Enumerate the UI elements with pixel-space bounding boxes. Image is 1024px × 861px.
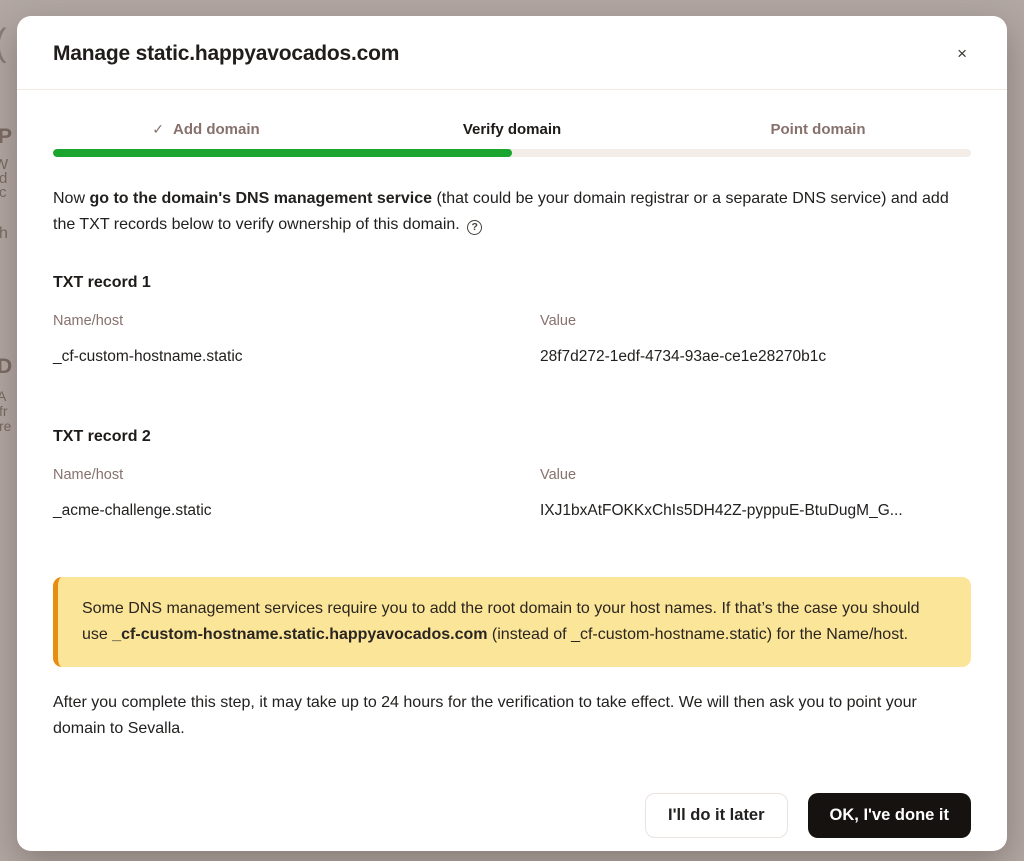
do-it-later-button[interactable]: I'll do it later	[645, 793, 788, 838]
check-icon: ✓	[152, 121, 164, 138]
step-label: Point domain	[771, 121, 866, 138]
value-label: Value	[540, 467, 971, 483]
record-grid: Name/host Value _acme-challenge.static I…	[53, 446, 971, 520]
record-title: TXT record 1	[53, 274, 971, 292]
intro-prefix: Now	[53, 190, 89, 207]
record-value: 28f7d272-1edf-4734-93ae-ce1e28270b1c	[540, 348, 971, 366]
ok-done-button[interactable]: OK, I've done it	[808, 793, 971, 838]
help-icon[interactable]: ?	[467, 220, 482, 235]
progress-bar	[53, 149, 971, 157]
value-label: Value	[540, 313, 971, 329]
name-host-label: Name/host	[53, 313, 540, 329]
close-icon[interactable]: ×	[947, 41, 977, 66]
background-text-fragment: (	[0, 24, 7, 62]
background-text-fragment: fr	[0, 404, 8, 418]
modal-footer: I'll do it later OK, I've done it	[17, 793, 1007, 851]
name-host-value: _cf-custom-hostname.static	[53, 348, 540, 366]
modal-body: ✓ Add domain Verify domain Point domain …	[17, 90, 1007, 793]
manage-domain-modal: Manage static.happyavocados.com × ✓ Add …	[17, 16, 1007, 851]
progress-fill	[53, 149, 512, 157]
modal-header: Manage static.happyavocados.com ×	[17, 16, 1007, 90]
background-text-fragment: A	[0, 389, 6, 403]
step-label: Verify domain	[463, 121, 561, 138]
note-text: After you complete this step, it may tak…	[53, 690, 971, 742]
warning-text: (instead of _cf-custom-hostname.static) …	[487, 626, 908, 643]
background-text-fragment: c	[0, 185, 7, 200]
txt-record-2: TXT record 2 Name/host Value _acme-chall…	[53, 428, 971, 520]
modal-title: Manage static.happyavocados.com	[53, 42, 399, 66]
record-grid: Name/host Value _cf-custom-hostname.stat…	[53, 292, 971, 366]
background-text-fragment: h	[0, 226, 8, 242]
warning-bold: _cf-custom-hostname.static.happyavocados…	[112, 626, 487, 643]
step-add-domain[interactable]: ✓ Add domain	[53, 121, 359, 138]
record-value: IXJ1bxAtFOKKxChIs5DH42Z-pyppuE-BtuDugM_G…	[540, 502, 971, 520]
background-text-fragment: P	[0, 126, 12, 147]
record-title: TXT record 2	[53, 428, 971, 446]
name-host-label: Name/host	[53, 467, 540, 483]
txt-record-1: TXT record 1 Name/host Value _cf-custom-…	[53, 274, 971, 366]
intro-bold: go to the domain's DNS management servic…	[89, 190, 432, 207]
background-text-fragment: D	[0, 356, 12, 377]
step-label: Add domain	[173, 121, 260, 138]
name-host-value: _acme-challenge.static	[53, 502, 540, 520]
warning-banner: Some DNS management services require you…	[53, 577, 971, 667]
background-text-fragment: re	[0, 419, 11, 433]
step-point-domain[interactable]: Point domain	[665, 121, 971, 138]
step-verify-domain[interactable]: Verify domain	[359, 121, 665, 138]
step-indicator: ✓ Add domain Verify domain Point domain	[53, 121, 971, 138]
intro-text: Now go to the domain's DNS management se…	[53, 186, 971, 238]
